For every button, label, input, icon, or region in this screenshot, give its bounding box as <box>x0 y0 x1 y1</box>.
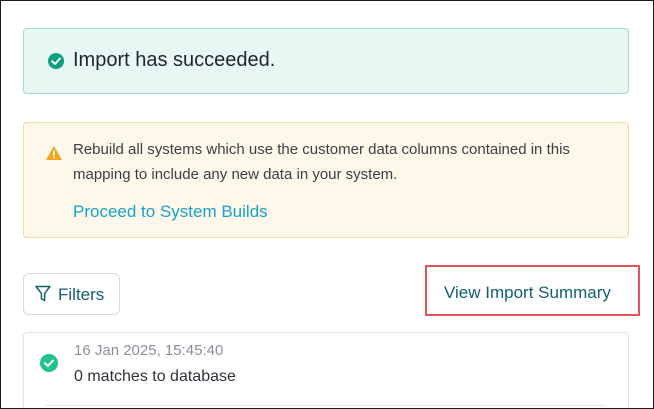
success-banner: Import has succeeded. <box>23 28 629 94</box>
funnel-icon <box>35 285 51 303</box>
success-dot-icon <box>40 354 58 372</box>
filters-button[interactable]: Filters <box>23 273 120 315</box>
import-history-item[interactable]: 16 Jan 2025, 15:45:40 0 matches to datab… <box>23 332 629 408</box>
success-message: Import has succeeded. <box>73 49 276 71</box>
history-divider <box>46 405 606 406</box>
history-timestamp: 16 Jan 2025, 15:45:40 <box>74 342 224 359</box>
rebuild-warning-panel: Rebuild all systems which use the custom… <box>23 122 629 238</box>
history-summary: 0 matches to database <box>74 368 236 385</box>
view-import-summary-link[interactable]: View Import Summary <box>444 282 611 304</box>
warning-text: Rebuild all systems which use the custom… <box>73 141 570 183</box>
proceed-to-system-builds-link[interactable]: Proceed to System Builds <box>73 201 268 223</box>
import-results-panel: Import has succeeded. Rebuild all system… <box>0 0 654 409</box>
warning-triangle-icon <box>45 145 63 161</box>
filters-label: Filters <box>58 285 105 304</box>
check-circle-icon <box>48 53 64 69</box>
